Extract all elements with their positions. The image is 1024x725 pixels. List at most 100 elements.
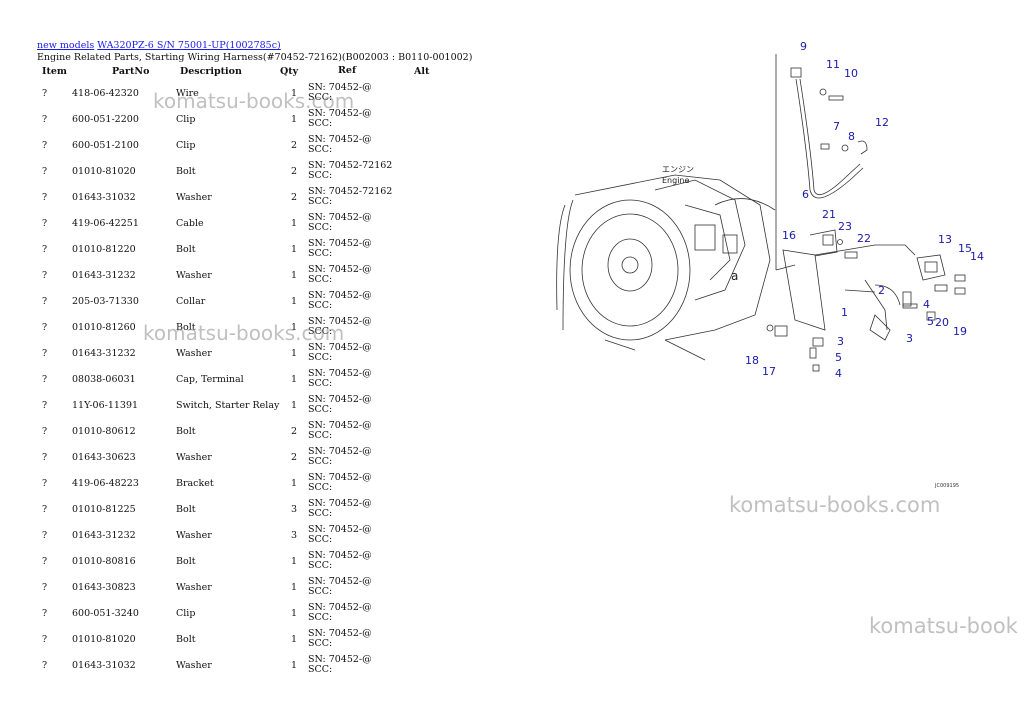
ref-scc: SCC: — [308, 352, 333, 363]
ref-scc: SCC: — [308, 430, 333, 441]
row-qty: 1 — [290, 477, 298, 489]
row-description: Washer — [176, 451, 212, 463]
row-qty: 1 — [290, 347, 298, 359]
new-models-link[interactable]: new models — [37, 40, 94, 51]
row-alt — [414, 366, 454, 392]
row-qty: 1 — [290, 607, 298, 619]
view-label: a — [731, 269, 738, 283]
row-partno: 600-051-2100 — [72, 139, 139, 151]
col-alt: Alt — [414, 66, 430, 77]
row-description: Bolt — [176, 503, 196, 515]
row-partno: 01643-30623 — [72, 451, 136, 463]
ref-scc: SCC: — [308, 144, 333, 155]
row-qty: 2 — [290, 139, 298, 151]
row-partno: 01643-31232 — [72, 529, 136, 541]
row-alt — [414, 548, 454, 574]
row-partno: 01643-31232 — [72, 269, 136, 281]
ref-scc: SCC: — [308, 222, 333, 233]
table-row: ? 01010-80612 Bolt 2 SN: 70452-@ SCC: — [38, 418, 454, 444]
watermark: komatsu-book — [869, 614, 1018, 638]
row-qty: 1 — [290, 633, 298, 645]
callout-number: 21 — [822, 208, 836, 221]
row-partno: 01643-31032 — [72, 191, 136, 203]
row-alt — [414, 600, 454, 626]
table-row: ? 01010-81220 Bolt 1 SN: 70452-@ SCC: — [38, 236, 454, 262]
callout-number: 13 — [938, 233, 952, 246]
row-item: ? — [42, 321, 48, 333]
row-ref: SN: 70452-@ SCC: — [308, 496, 414, 522]
ref-scc: SCC: — [308, 612, 333, 623]
callout-number: 17 — [762, 365, 776, 378]
row-partno: 419-06-48223 — [72, 477, 139, 489]
row-description: Washer — [176, 659, 212, 671]
row-description: Collar — [176, 295, 206, 307]
row-qty: 2 — [290, 165, 298, 177]
row-ref: SN: 70452-@ SCC: — [308, 444, 414, 470]
row-qty: 1 — [290, 217, 298, 229]
row-qty: 1 — [290, 269, 298, 281]
row-item: ? — [42, 139, 48, 151]
row-partno: 08038-06031 — [72, 373, 136, 385]
table-row: ? 418-06-42320 Wire 1 SN: 70452-@ SCC: — [38, 80, 454, 106]
col-ref: Ref — [338, 65, 357, 76]
ref-scc: SCC: — [308, 170, 333, 181]
row-partno: 205-03-71330 — [72, 295, 139, 307]
row-description: Bolt — [176, 321, 196, 333]
ref-scc: SCC: — [308, 456, 333, 467]
row-alt — [414, 314, 454, 340]
row-description: Bolt — [176, 425, 196, 437]
ref-scc: SCC: — [308, 586, 333, 597]
row-item: ? — [42, 87, 48, 99]
row-alt — [414, 158, 454, 184]
ref-scc: SCC: — [308, 326, 333, 337]
row-description: Wire — [176, 87, 199, 99]
row-description: Cap, Terminal — [176, 373, 244, 385]
col-partno: PartNo — [112, 66, 150, 77]
table-row: ? 600-051-3240 Clip 1 SN: 70452-@ SCC: — [38, 600, 454, 626]
ref-scc: SCC: — [308, 534, 333, 545]
row-description: Bolt — [176, 633, 196, 645]
row-item: ? — [42, 581, 48, 593]
row-alt — [414, 340, 454, 366]
row-ref: SN: 70452-@ SCC: — [308, 626, 414, 652]
engine-label: Engine — [662, 176, 689, 185]
table-row: ? 600-051-2100 Clip 2 SN: 70452-@ SCC: — [38, 132, 454, 158]
row-qty: 1 — [290, 113, 298, 125]
callout-number: 16 — [782, 229, 796, 242]
row-alt — [414, 262, 454, 288]
row-alt — [414, 184, 454, 210]
row-ref: SN: 70452-@ SCC: — [308, 106, 414, 132]
callout-number: 18 — [745, 354, 759, 367]
callout-number: 10 — [844, 67, 858, 80]
row-partno: 01010-81220 — [72, 243, 136, 255]
row-qty: 1 — [290, 659, 298, 671]
parts-diagram: エンジン Engine a 911107812621232216 1315142… — [556, 40, 984, 489]
row-ref: SN: 70452-@ SCC: — [308, 262, 414, 288]
callout-number: 23 — [838, 220, 852, 233]
row-alt — [414, 470, 454, 496]
row-alt — [414, 522, 454, 548]
row-alt — [414, 444, 454, 470]
row-partno: 01010-81020 — [72, 633, 136, 645]
row-ref: SN: 70452-@ SCC: — [308, 340, 414, 366]
row-alt — [414, 132, 454, 158]
model-link[interactable]: WA320PZ-6 S/N 75001-UP(1002785c) — [97, 40, 280, 51]
breadcrumb: new models WA320PZ-6 S/N 75001-UP(100278… — [37, 40, 281, 51]
table-row: ? 01643-31232 Washer 3 SN: 70452-@ SCC: — [38, 522, 454, 548]
callout-number: 5 — [927, 315, 934, 328]
row-qty: 1 — [290, 321, 298, 333]
row-item: ? — [42, 529, 48, 541]
callout-number: 1 — [841, 306, 848, 319]
table-row: ? 01643-30823 Washer 1 SN: 70452-@ SCC: — [38, 574, 454, 600]
callout-number: 3 — [906, 332, 913, 345]
callout-number: 9 — [800, 40, 807, 53]
row-item: ? — [42, 113, 48, 125]
callout-number: 6 — [802, 188, 809, 201]
row-partno: 419-06-42251 — [72, 217, 139, 229]
row-ref: SN: 70452-@ SCC: — [308, 418, 414, 444]
row-description: Clip — [176, 113, 196, 125]
row-qty: 2 — [290, 191, 298, 203]
row-partno: 01643-31032 — [72, 659, 136, 671]
row-ref: SN: 70452-@ SCC: — [308, 522, 414, 548]
row-item: ? — [42, 217, 48, 229]
